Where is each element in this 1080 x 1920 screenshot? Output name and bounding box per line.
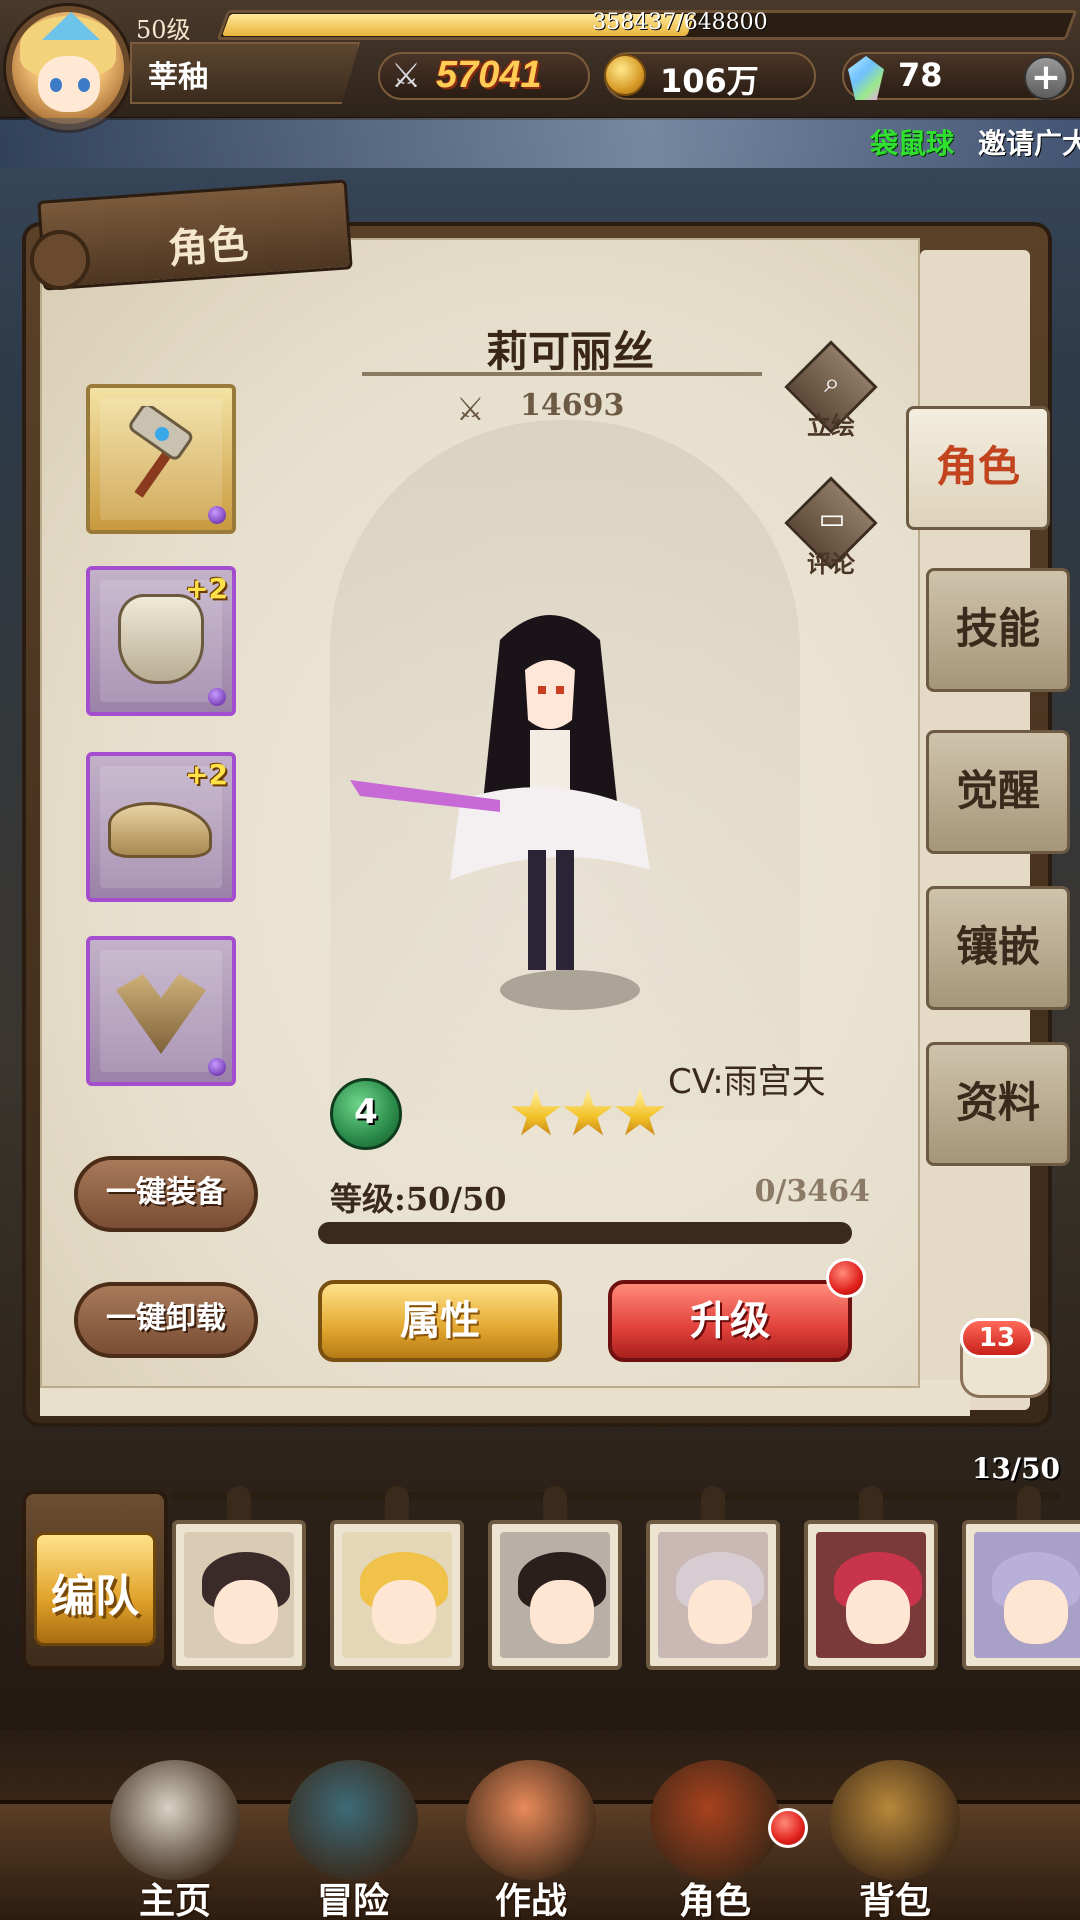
exp-text: 0/3464	[754, 1174, 870, 1209]
panel-title: 角色	[166, 221, 250, 273]
player-avatar[interactable]	[6, 6, 130, 130]
hero-portrait	[974, 1532, 1080, 1658]
portrait-label: 立绘	[807, 412, 855, 440]
armor-icon	[118, 594, 204, 684]
nav-adventure-label: 冒险	[316, 1881, 389, 1920]
equip-all-button[interactable]: 一键装备	[74, 1156, 258, 1232]
character-sprite[interactable]	[350, 600, 750, 1020]
hero-face	[530, 1580, 594, 1644]
nav-character-label: 角色	[678, 1881, 751, 1920]
tab-character[interactable]: 角色	[906, 406, 1050, 530]
rarity-dot	[208, 1058, 226, 1076]
nav-home-label: 主页	[138, 1881, 211, 1920]
chat-unread-badge: 13	[960, 1318, 1034, 1358]
equipment-slot-boots[interactable]: +2	[86, 752, 236, 902]
enhance-level: +2	[185, 572, 228, 605]
nav-bag-icon	[830, 1760, 960, 1880]
nav-battle[interactable]: 作战	[446, 1760, 616, 1920]
name-divider	[362, 372, 762, 376]
equipment-slot-armor[interactable]: +2	[86, 566, 236, 716]
hero-face	[846, 1580, 910, 1644]
hero-portrait	[658, 1532, 768, 1658]
nav-battle-label: 作战	[494, 1881, 567, 1920]
notification-dot	[768, 1808, 808, 1848]
notification-dot	[826, 1258, 866, 1298]
hammer-icon	[129, 406, 193, 498]
coin-icon	[604, 54, 646, 96]
team-formation-label: 编队	[51, 1571, 139, 1622]
plus-icon: +	[1030, 57, 1062, 98]
character-power: 14693	[520, 388, 625, 423]
upgrade-button[interactable]: 升级	[608, 1280, 852, 1362]
player-name: 莘秞	[148, 60, 208, 95]
hero-face	[214, 1580, 278, 1644]
add-gems-button[interactable]: +	[1024, 56, 1068, 100]
gold-value: 106万	[660, 62, 759, 100]
hero-card[interactable]	[804, 1520, 938, 1670]
speech-bubble-icon: ▭	[818, 502, 846, 535]
level-text: 等级:50/50	[330, 1180, 507, 1218]
rarity-dot	[208, 506, 226, 524]
tab-awaken[interactable]: 觉醒	[926, 730, 1070, 854]
ticker-message: 邀请广大	[978, 127, 1080, 160]
hero-portrait	[184, 1532, 294, 1658]
hero-card[interactable]	[488, 1520, 622, 1670]
hero-portrait	[500, 1532, 610, 1658]
ticker-player-name: 袋鼠球	[870, 127, 955, 160]
hero-card[interactable]	[330, 1520, 464, 1670]
nav-home-icon	[110, 1760, 240, 1880]
nav-battle-icon	[466, 1760, 596, 1880]
xp-text: 358437/648800	[592, 10, 768, 35]
comment-label: 评论	[807, 550, 855, 578]
tab-inlay[interactable]: 镶嵌	[926, 886, 1070, 1010]
magnifier-icon: ⌕	[824, 366, 840, 399]
nav-character-icon	[650, 1760, 780, 1880]
unequip-all-button[interactable]: 一键卸载	[74, 1282, 258, 1358]
hero-face	[372, 1580, 436, 1644]
hero-face	[688, 1580, 752, 1644]
nav-home[interactable]: 主页	[90, 1760, 260, 1920]
rope-knot-icon	[30, 230, 90, 290]
rank-number: 4	[354, 1092, 378, 1132]
equipment-slot-weapon[interactable]	[86, 384, 236, 534]
hero-card[interactable]	[646, 1520, 780, 1670]
rarity-dot	[208, 688, 226, 706]
crossed-swords-icon: ⚔	[456, 390, 485, 428]
nav-adventure-icon	[288, 1760, 418, 1880]
equipment-slot-accessory[interactable]	[86, 936, 236, 1086]
nav-bag[interactable]: 背包	[810, 1760, 980, 1920]
roster-count: 13/50	[971, 1452, 1060, 1485]
gem-value: 78	[898, 56, 943, 94]
total-power-value: 57041	[436, 54, 542, 96]
player-level: 50级	[136, 16, 191, 44]
character-name: 莉可丽丝	[485, 327, 654, 376]
enhance-level: +2	[185, 758, 228, 791]
voice-actor: CV:雨宫天	[668, 1062, 826, 1102]
hero-portrait	[342, 1532, 452, 1658]
crossed-swords-icon: ⚔	[390, 56, 422, 96]
hero-card[interactable]	[962, 1520, 1080, 1670]
hero-card[interactable]	[172, 1520, 306, 1670]
hero-portrait	[816, 1532, 926, 1658]
roster-rail	[170, 1492, 1060, 1500]
tab-skills[interactable]: 技能	[926, 568, 1070, 692]
tab-profile[interactable]: 资料	[926, 1042, 1070, 1166]
nav-adventure[interactable]: 冒险	[268, 1760, 438, 1920]
attributes-button[interactable]: 属性	[318, 1280, 562, 1362]
level-progress-bar	[318, 1222, 852, 1244]
nav-bag-label: 背包	[858, 1881, 931, 1920]
hero-face	[1004, 1580, 1068, 1644]
